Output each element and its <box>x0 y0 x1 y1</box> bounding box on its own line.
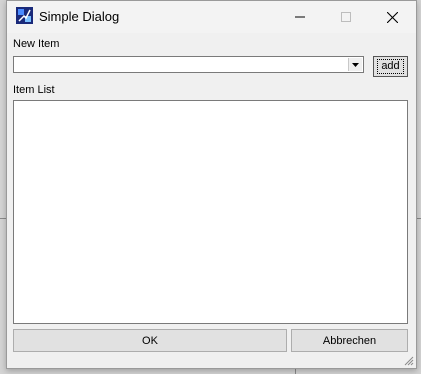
resize-grip-icon[interactable] <box>403 355 414 366</box>
title-bar[interactable]: Simple Dialog <box>7 1 416 33</box>
combobox-dropdown-button[interactable] <box>348 58 362 71</box>
ok-button[interactable]: OK <box>13 329 287 352</box>
dialog-window: Simple Dialog New Item add Item List OK … <box>6 0 417 369</box>
minimize-button[interactable] <box>277 1 323 33</box>
ok-button-label: OK <box>142 334 158 347</box>
add-button[interactable]: add <box>373 56 408 77</box>
cancel-button-label: Abbrechen <box>322 334 377 347</box>
maximize-icon <box>341 12 351 22</box>
maximize-button[interactable] <box>323 1 369 33</box>
add-button-label: add <box>377 59 404 74</box>
close-button[interactable] <box>369 1 415 33</box>
app-icon <box>16 7 33 24</box>
item-list-label: Item List <box>13 84 55 96</box>
minimize-icon <box>295 16 305 18</box>
close-icon <box>386 11 398 23</box>
item-listbox[interactable] <box>13 100 408 324</box>
cancel-button[interactable]: Abbrechen <box>291 329 408 352</box>
window-title: Simple Dialog <box>39 9 120 24</box>
new-item-label: New Item <box>13 38 60 50</box>
new-item-combobox[interactable] <box>13 56 364 73</box>
chevron-down-icon <box>352 62 359 67</box>
